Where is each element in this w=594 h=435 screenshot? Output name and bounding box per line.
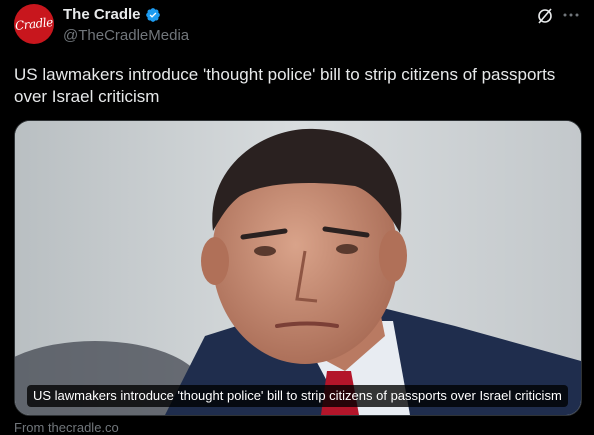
author-handle[interactable]: @TheCradleMedia (63, 27, 189, 44)
author-display-name[interactable]: The Cradle (63, 6, 141, 23)
post-text: US lawmakers introduce 'thought police' … (14, 65, 556, 106)
author-name-row: The Cradle (63, 6, 161, 23)
post[interactable]: Cradle The Cradle @TheCradleMedia US law… (0, 0, 594, 435)
more-icon[interactable] (562, 6, 580, 24)
link-card[interactable]: US lawmakers introduce 'thought police' … (14, 120, 582, 416)
avatar-logo-text: Cradle (14, 15, 54, 33)
verified-badge-icon (145, 7, 161, 23)
card-source-domain[interactable]: From thecradle.co (14, 420, 119, 435)
avatar[interactable]: Cradle (14, 4, 54, 44)
card-caption: US lawmakers introduce 'thought police' … (27, 385, 568, 407)
card-photo (15, 121, 581, 415)
grok-icon[interactable] (536, 7, 554, 25)
